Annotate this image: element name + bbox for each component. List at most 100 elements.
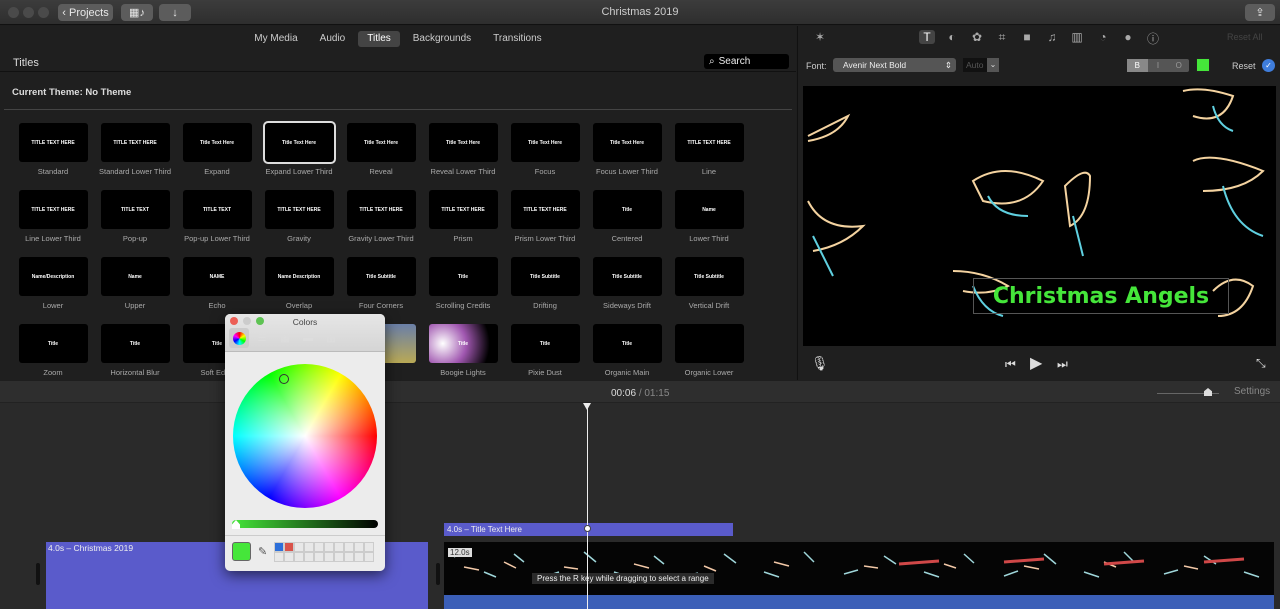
title-thumbnail[interactable]: Title Text Here bbox=[592, 123, 662, 162]
color-swatch[interactable] bbox=[324, 552, 334, 562]
title-tile[interactable]: Title Text Here Expand bbox=[176, 123, 258, 190]
color-swatch[interactable] bbox=[334, 542, 344, 552]
volume-icon[interactable]: ♫ bbox=[1044, 30, 1060, 44]
color-swatch[interactable] bbox=[284, 542, 294, 552]
title-thumbnail[interactable]: TITLE TEXT HERE bbox=[264, 190, 334, 229]
image-palettes-icon[interactable]: ▬ bbox=[298, 328, 318, 348]
title-tile[interactable]: Title Text Here Expand Lower Third bbox=[258, 121, 340, 190]
reset-button[interactable]: Reset bbox=[1232, 61, 1256, 71]
tab-my-media[interactable]: My Media bbox=[245, 31, 306, 47]
chevron-down-icon[interactable]: ⌄ bbox=[987, 58, 999, 72]
title-tile[interactable]: Title Text Here Focus bbox=[504, 123, 586, 190]
playhead[interactable] bbox=[587, 404, 588, 609]
title-thumbnail[interactable]: Title Subtitle bbox=[592, 257, 662, 296]
title-thumbnail[interactable]: TITLE TEXT bbox=[182, 190, 252, 229]
color-swatch[interactable] bbox=[294, 542, 304, 552]
text-icon[interactable]: T bbox=[919, 30, 935, 44]
italic-button[interactable]: I bbox=[1148, 59, 1169, 72]
equalizer-icon[interactable]: ▥ bbox=[1069, 30, 1085, 44]
skip-forward-icon[interactable]: ⏭ bbox=[1057, 357, 1068, 372]
share-button[interactable]: ⇪ bbox=[1245, 4, 1275, 21]
title-tile[interactable]: Title Text Here Focus Lower Third bbox=[586, 123, 668, 190]
color-swatch[interactable] bbox=[274, 552, 284, 562]
title-thumbnail[interactable]: Title Text Here bbox=[346, 123, 416, 162]
title-thumbnail[interactable]: TITLE TEXT HERE bbox=[18, 190, 88, 229]
pencils-icon[interactable]: ▥ bbox=[321, 328, 341, 348]
magic-wand-icon[interactable]: ✶ bbox=[812, 30, 828, 44]
skip-back-icon[interactable]: ⏮ bbox=[1005, 357, 1016, 372]
title-thumbnail[interactable] bbox=[674, 324, 744, 363]
title-tile[interactable]: TITLE TEXT Pop-up Lower Third bbox=[176, 190, 258, 257]
color-swatch[interactable] bbox=[284, 552, 294, 562]
speed-icon[interactable]: ◔ bbox=[1095, 30, 1111, 44]
color-swatch[interactable] bbox=[344, 552, 354, 562]
checkmark-icon[interactable]: ✓ bbox=[1262, 59, 1275, 72]
color-palette-icon[interactable]: ✿ bbox=[969, 30, 985, 44]
tab-audio[interactable]: Audio bbox=[311, 31, 355, 47]
text-color-well[interactable] bbox=[1196, 58, 1210, 72]
title-thumbnail[interactable]: Title bbox=[428, 324, 498, 363]
tab-transitions[interactable]: Transitions bbox=[484, 31, 551, 47]
color-balance-icon[interactable]: ◐ bbox=[944, 30, 960, 44]
title-thumbnail[interactable]: Title Text Here bbox=[262, 121, 336, 164]
title-tile[interactable]: TITLE TEXT HERE Standard bbox=[12, 123, 94, 190]
play-icon[interactable]: ▶ bbox=[1030, 353, 1042, 373]
title-thumbnail[interactable]: TITLE TEXT bbox=[100, 190, 170, 229]
color-picker-crosshair[interactable] bbox=[279, 374, 289, 384]
color-swatch[interactable] bbox=[364, 542, 374, 552]
crop-icon[interactable]: ⌗ bbox=[994, 30, 1010, 45]
color-swatch[interactable] bbox=[334, 552, 344, 562]
title-thumbnail[interactable]: Title bbox=[592, 190, 662, 229]
color-palettes-icon[interactable]: ▦ bbox=[275, 328, 295, 348]
title-thumbnail[interactable]: TITLE TEXT HERE bbox=[674, 123, 744, 162]
title-thumbnail[interactable]: Name/Description bbox=[18, 257, 88, 296]
title-tile[interactable]: TITLE TEXT HERE Prism Lower Third bbox=[504, 190, 586, 257]
stabilization-icon[interactable]: ■ bbox=[1019, 30, 1035, 44]
title-thumbnail[interactable]: TITLE TEXT HERE bbox=[428, 190, 498, 229]
title-tile[interactable]: Name Lower Third bbox=[668, 190, 750, 257]
color-wheel-icon[interactable] bbox=[229, 328, 249, 348]
title-thumbnail[interactable]: Title Subtitle bbox=[346, 257, 416, 296]
video-clip[interactable] bbox=[444, 542, 1274, 595]
playhead-handle[interactable] bbox=[583, 403, 591, 410]
clip-handle-right[interactable] bbox=[436, 563, 440, 585]
font-size-field[interactable]: Auto bbox=[963, 58, 987, 72]
eyedropper-icon[interactable]: ✎ bbox=[258, 545, 267, 558]
title-thumbnail[interactable]: Name Description bbox=[264, 257, 334, 296]
title-tile[interactable]: Title Text Here Reveal bbox=[340, 123, 422, 190]
color-swatch[interactable] bbox=[274, 542, 284, 552]
title-tile[interactable]: TITLE TEXT HERE Gravity bbox=[258, 190, 340, 257]
color-swatch[interactable] bbox=[304, 542, 314, 552]
color-wheel[interactable] bbox=[233, 364, 377, 508]
title-thumbnail[interactable]: Title Subtitle bbox=[510, 257, 580, 296]
title-tile[interactable]: Title Subtitle Vertical Drift bbox=[668, 257, 750, 324]
title-thumbnail[interactable]: Title bbox=[100, 324, 170, 363]
title-tile[interactable]: TITLE TEXT Pop-up bbox=[94, 190, 176, 257]
title-thumbnail[interactable]: TITLE TEXT HERE bbox=[346, 190, 416, 229]
outline-button[interactable]: O bbox=[1168, 59, 1189, 72]
color-swatch[interactable] bbox=[344, 542, 354, 552]
title-clip-keyframe[interactable] bbox=[584, 525, 591, 532]
current-color-well[interactable] bbox=[232, 542, 251, 561]
fullscreen-icon[interactable]: ⤡ bbox=[1256, 356, 1266, 371]
color-swatch[interactable] bbox=[324, 542, 334, 552]
color-swatch[interactable] bbox=[354, 552, 364, 562]
reset-all-button[interactable]: Reset All bbox=[1227, 32, 1263, 42]
color-swatch[interactable] bbox=[354, 542, 364, 552]
color-swatch[interactable] bbox=[314, 542, 324, 552]
title-thumbnail[interactable]: Title bbox=[428, 257, 498, 296]
color-swatch[interactable] bbox=[364, 552, 374, 562]
search-field[interactable]: ⌕ Search bbox=[704, 54, 789, 69]
bold-button[interactable]: B bbox=[1127, 59, 1148, 72]
title-tile[interactable]: TITLE TEXT HERE Line bbox=[668, 123, 750, 190]
title-thumbnail[interactable]: Title Text Here bbox=[428, 123, 498, 162]
title-thumbnail[interactable]: Title bbox=[18, 324, 88, 363]
title-thumbnail[interactable]: Title bbox=[510, 324, 580, 363]
title-tile[interactable]: Title Subtitle Sideways Drift bbox=[586, 257, 668, 324]
info-icon[interactable]: ⓘ bbox=[1145, 30, 1161, 47]
title-thumbnail[interactable]: TITLE TEXT HERE bbox=[100, 123, 170, 162]
title-thumbnail[interactable]: Name bbox=[674, 190, 744, 229]
title-tile[interactable]: TITLE TEXT HERE Prism bbox=[422, 190, 504, 257]
clip-handle-left[interactable] bbox=[36, 563, 40, 585]
microphone-icon[interactable]: 🎙 bbox=[811, 355, 829, 372]
